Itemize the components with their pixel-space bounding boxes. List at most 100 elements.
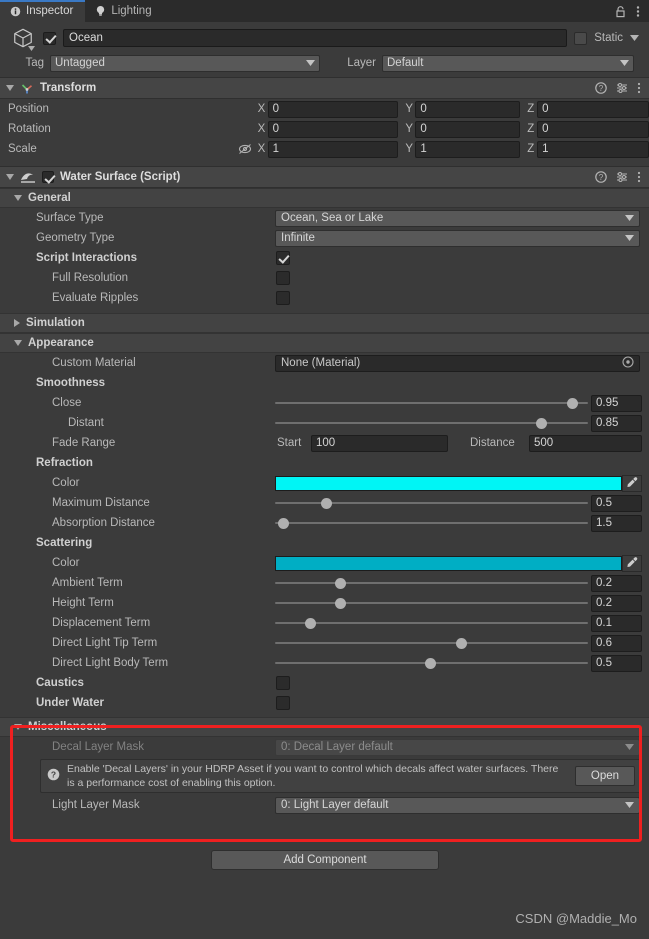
transform-component-header[interactable]: Transform ? [0, 77, 649, 99]
position-x-input[interactable]: 0 [267, 100, 399, 118]
water-surface-component-header[interactable]: Water Surface (Script) ? [0, 166, 649, 188]
tab-lighting[interactable]: Lighting [85, 0, 163, 22]
scattering-color-swatch[interactable] [275, 555, 622, 571]
close-slider-track[interactable] [275, 402, 588, 404]
static-checkbox[interactable] [574, 31, 588, 45]
transform-axes-icon [20, 81, 34, 95]
direct-light-body-value-input[interactable]: 0.5 [591, 654, 642, 672]
scale-y-input[interactable]: 1 [415, 140, 521, 158]
lock-icon[interactable] [615, 5, 626, 18]
custom-material-value: None (Material) [281, 357, 361, 369]
refraction-color-swatch[interactable] [275, 475, 622, 491]
row-surface-type: Surface Type Ocean, Sea or Lake [0, 208, 649, 228]
row-refraction-color: Color [0, 473, 649, 493]
height-term-slider-knob[interactable] [335, 597, 347, 609]
height-term-label: Height Term [52, 597, 114, 609]
chevron-down-icon[interactable] [6, 174, 14, 180]
caustics-checkbox[interactable] [276, 676, 290, 690]
preset-icon[interactable] [616, 82, 628, 94]
distant-value-input[interactable]: 0.85 [591, 414, 642, 432]
geometry-type-label: Geometry Type [36, 232, 115, 244]
water-surface-enabled-checkbox[interactable] [42, 171, 54, 183]
kebab-menu-icon[interactable] [637, 82, 641, 94]
chevron-down-icon[interactable] [14, 340, 22, 346]
chevron-down-icon[interactable] [6, 85, 14, 91]
direct-light-body-slider-knob[interactable] [425, 657, 437, 669]
layer-dropdown[interactable]: Default [382, 54, 634, 72]
tab-inspector[interactable]: Inspector [0, 0, 86, 22]
kebab-menu-icon[interactable] [636, 5, 640, 18]
fade-start-input[interactable]: 100 [311, 434, 448, 452]
ambient-term-value-input[interactable]: 0.2 [591, 574, 642, 592]
position-z-input[interactable]: 0 [537, 100, 649, 118]
section-miscellaneous[interactable]: Miscellaneous [0, 717, 649, 737]
rotation-y-input[interactable]: 0 [415, 120, 521, 138]
row-scattering-header: Scattering [0, 533, 649, 553]
geometry-type-dropdown[interactable]: Infinite [275, 229, 640, 247]
maximum-distance-value-input[interactable]: 0.5 [591, 494, 642, 512]
general-bottom-spacer [0, 308, 649, 313]
surface-type-dropdown[interactable]: Ocean, Sea or Lake [275, 209, 640, 227]
absorption-distance-slider-track[interactable] [275, 522, 588, 524]
rotation-z-input[interactable]: 0 [537, 120, 649, 138]
script-interactions-checkbox[interactable] [276, 251, 290, 265]
displacement-term-slider-knob[interactable] [305, 617, 317, 629]
eyedropper-icon [626, 476, 638, 491]
absorption-distance-value-input[interactable]: 1.5 [591, 514, 642, 532]
gameobject-enabled-checkbox[interactable] [43, 31, 56, 45]
open-hdrp-asset-button[interactable]: Open [575, 766, 635, 786]
miscellaneous-body: Decal Layer Mask 0: Decal Layer default … [0, 737, 649, 831]
height-term-slider-track[interactable] [275, 602, 588, 604]
rotation-x-input[interactable]: 0 [267, 120, 399, 138]
ambient-term-slider-knob[interactable] [335, 577, 347, 589]
displacement-term-value-input[interactable]: 0.1 [591, 614, 642, 632]
custom-material-objectfield[interactable]: None (Material) [275, 354, 640, 372]
fade-distance-input[interactable]: 500 [529, 434, 642, 452]
chevron-right-icon[interactable] [14, 319, 20, 327]
close-slider-knob[interactable] [566, 397, 578, 409]
prefab-cube-icon[interactable] [10, 25, 36, 51]
full-resolution-checkbox[interactable] [276, 271, 290, 285]
object-picker-icon[interactable] [622, 355, 634, 371]
direct-light-tip-value: 0.6 [596, 637, 612, 649]
maximum-distance-slider-knob[interactable] [321, 497, 333, 509]
gameobject-name-input[interactable]: Ocean [63, 29, 568, 47]
chevron-down-icon[interactable] [14, 724, 22, 730]
direct-light-tip-value-input[interactable]: 0.6 [591, 634, 642, 652]
axis-z-label: Z [527, 143, 535, 155]
ambient-term-slider-track[interactable] [275, 582, 588, 584]
section-general[interactable]: General [0, 188, 649, 208]
help-icon[interactable]: ? [595, 82, 607, 94]
height-term-value-input[interactable]: 0.2 [591, 594, 642, 612]
prefab-dropdown-arrow-icon[interactable] [28, 42, 35, 54]
section-simulation[interactable]: Simulation [0, 313, 649, 333]
position-z-value: 0 [542, 103, 549, 115]
window-tab-bar: Inspector Lighting [0, 0, 649, 22]
scale-z-input[interactable]: 1 [537, 140, 649, 158]
scale-x-input[interactable]: 1 [267, 140, 399, 158]
position-y-input[interactable]: 0 [415, 100, 521, 118]
static-dropdown-arrow-icon[interactable] [630, 35, 639, 41]
preset-icon[interactable] [616, 171, 628, 183]
absorption-distance-slider-knob[interactable] [278, 517, 290, 529]
light-layer-mask-dropdown[interactable]: 0: Light Layer default [275, 796, 640, 814]
tag-dropdown[interactable]: Untagged [50, 54, 320, 72]
section-appearance[interactable]: Appearance [0, 333, 649, 353]
scattering-eyedropper-button[interactable] [622, 554, 642, 572]
wave-icon [20, 170, 36, 184]
add-component-button[interactable]: Add Component [211, 850, 439, 870]
distant-slider-knob[interactable] [535, 417, 547, 429]
help-icon[interactable]: ? [595, 171, 607, 183]
direct-light-tip-slider-track[interactable] [275, 642, 588, 644]
constrain-proportions-off-icon[interactable] [238, 143, 258, 155]
chevron-down-icon[interactable] [14, 195, 22, 201]
scale-z-value: 1 [542, 143, 549, 155]
under-water-checkbox[interactable] [276, 696, 290, 710]
kebab-menu-icon[interactable] [637, 171, 641, 183]
svg-text:?: ? [599, 173, 604, 182]
refraction-eyedropper-button[interactable] [622, 474, 642, 492]
direct-light-tip-slider-knob[interactable] [455, 637, 467, 649]
displacement-term-slider-track[interactable] [275, 622, 588, 624]
close-value-input[interactable]: 0.95 [591, 394, 642, 412]
evaluate-ripples-checkbox[interactable] [276, 291, 290, 305]
